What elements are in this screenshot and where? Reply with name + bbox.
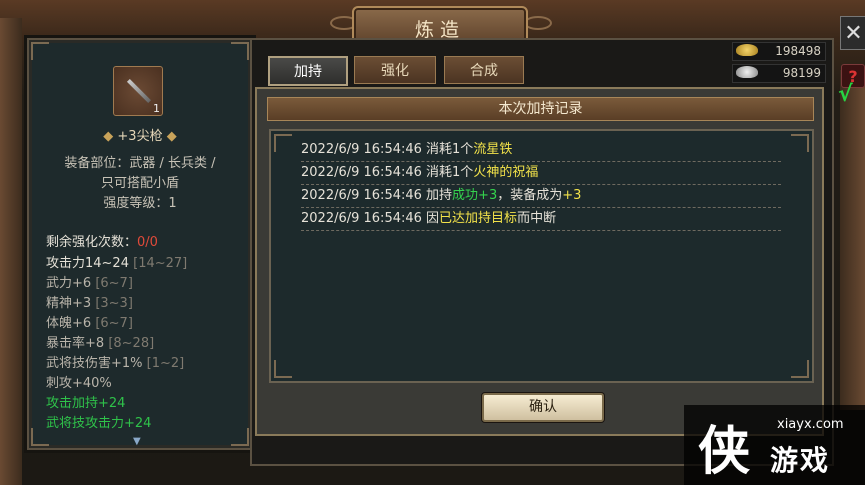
item-count: 1 xyxy=(153,102,160,115)
background-scene-left xyxy=(0,18,22,485)
confirm-button[interactable]: 确认 xyxy=(482,393,604,422)
stat-skill-damage-label: 武将技伤害+1% xyxy=(46,356,143,371)
stat-crit: 暴击率+8 [8~28] xyxy=(46,332,154,351)
silver-value: 98199 xyxy=(782,66,821,80)
stat-skill-damage-range: [1~2] xyxy=(146,356,185,371)
stat-attack-range: [14~27] xyxy=(133,256,188,271)
corner-ornament xyxy=(31,42,49,60)
log-highlight: 已达加持目标 xyxy=(439,211,518,226)
stat-jingshen: 精神+3 [3~3] xyxy=(46,292,133,311)
stat-jingshen-range: [3~3] xyxy=(95,296,133,311)
log-text: 2022/6/9 16:54:46 消耗1个 xyxy=(301,165,474,180)
stat-attack-bonus: 攻击加持+24 xyxy=(46,396,126,411)
log-text: 而中断 xyxy=(517,211,557,226)
checkmark-icon: √ xyxy=(838,82,853,107)
watermark: 侠 xiayx.com 游戏 xyxy=(684,405,865,485)
silver-ingot-icon xyxy=(736,66,758,78)
stat-remaining-label: 剩余强化次数： xyxy=(46,235,138,250)
stat-tipo-label: 体魄+6 xyxy=(46,316,92,331)
log-line: 2022/6/9 16:54:46 加持成功+3，装备成为+3 xyxy=(301,185,781,208)
gold-value: 198498 xyxy=(775,44,821,58)
item-name: +3尖枪 xyxy=(117,129,163,144)
stat-skill-damage: 武将技伤害+1% [1~2] xyxy=(46,352,184,371)
log-highlight: 流星铁 xyxy=(473,142,513,157)
log-line: 2022/6/9 16:54:46 消耗1个火神的祝福 xyxy=(301,162,781,185)
stat-remaining-value: 0/0 xyxy=(137,235,158,250)
diamond-icon: ◆ xyxy=(166,129,177,144)
corner-ornament xyxy=(791,134,809,152)
stat-crit-range: [8~28] xyxy=(108,336,155,351)
dialog-title: 本次加持记录 xyxy=(267,97,814,121)
title-ornament-right xyxy=(524,16,552,30)
strength-level: 强度等级：1 xyxy=(103,196,177,211)
log-box: 2022/6/9 16:54:46 消耗1个流星铁 2022/6/9 16:54… xyxy=(269,129,814,383)
slot-line-1: 装备部位：武器 / 长兵类 / xyxy=(64,156,216,171)
corner-ornament xyxy=(231,428,249,446)
slot-line-2: 只可搭配小盾 xyxy=(100,176,179,191)
corner-ornament xyxy=(274,360,292,378)
stat-skill-attack: 武将技攻击力+24 xyxy=(46,416,152,431)
close-icon: ✕ xyxy=(844,20,863,46)
stat-tipo: 体魄+6 [6~7] xyxy=(46,312,133,331)
stat-wuli: 武力+6 [6~7] xyxy=(46,272,133,291)
log-text: ，装备成为 xyxy=(497,188,563,203)
log-text: 2022/6/9 16:54:46 加持 xyxy=(301,188,453,203)
corner-ornament xyxy=(274,134,292,152)
log-text: 2022/6/9 16:54:46 因 xyxy=(301,211,440,226)
stat-pierce: 刺攻+40% xyxy=(46,376,112,391)
watermark-url: xiayx.com xyxy=(777,417,844,432)
corner-ornament xyxy=(231,42,249,60)
stat-wuli-range: [6~7] xyxy=(95,276,133,291)
log-line: 2022/6/9 16:54:46 消耗1个流星铁 xyxy=(301,139,781,162)
corner-ornament xyxy=(791,360,809,378)
item-slot[interactable]: 1 xyxy=(113,66,163,116)
stat-attack-label: 攻击力14~24 xyxy=(46,256,129,271)
log-highlight: 成功+3 xyxy=(452,188,498,203)
log-line: 2022/6/9 16:54:46 因已达加持目标而中断 xyxy=(301,208,781,231)
stat-crit-label: 暴击率+8 xyxy=(46,336,105,351)
stat-jingshen-label: 精神+3 xyxy=(46,296,92,311)
item-info-panel: 1 ◆ +3尖枪 ◆ 装备部位：武器 / 长兵类 / 只可搭配小盾 强度等级：1… xyxy=(27,38,253,450)
stat-tipo-range: [6~7] xyxy=(95,316,133,331)
stat-attack: 攻击力14~24 [14~27] xyxy=(46,252,187,271)
log-highlight: 火神的祝福 xyxy=(473,165,539,180)
close-button[interactable]: ✕ xyxy=(840,16,865,50)
diamond-icon: ◆ xyxy=(103,129,114,144)
gold-ingot-icon xyxy=(736,44,758,56)
tab-jiachi[interactable]: 加持 xyxy=(268,56,348,86)
stat-remaining: 剩余强化次数：0/0 xyxy=(46,231,158,250)
log-text: 2022/6/9 16:54:46 消耗1个 xyxy=(301,142,474,157)
item-name-row: ◆ +3尖枪 ◆ xyxy=(29,125,251,144)
spear-icon xyxy=(126,78,152,104)
tab-qianghua[interactable]: 强化 xyxy=(354,56,436,84)
stat-wuli-label: 武力+6 xyxy=(46,276,92,291)
scroll-down-icon[interactable]: ▼ xyxy=(133,436,141,447)
watermark-text: 游戏 xyxy=(770,444,831,477)
record-dialog: 本次加持记录 2022/6/9 16:54:46 消耗1个流星铁 2022/6/… xyxy=(255,87,824,436)
tab-hecheng[interactable]: 合成 xyxy=(444,56,524,84)
background-scene-right xyxy=(840,70,865,410)
log-highlight: +3 xyxy=(562,188,582,203)
watermark-logo: 侠 xyxy=(698,421,751,482)
